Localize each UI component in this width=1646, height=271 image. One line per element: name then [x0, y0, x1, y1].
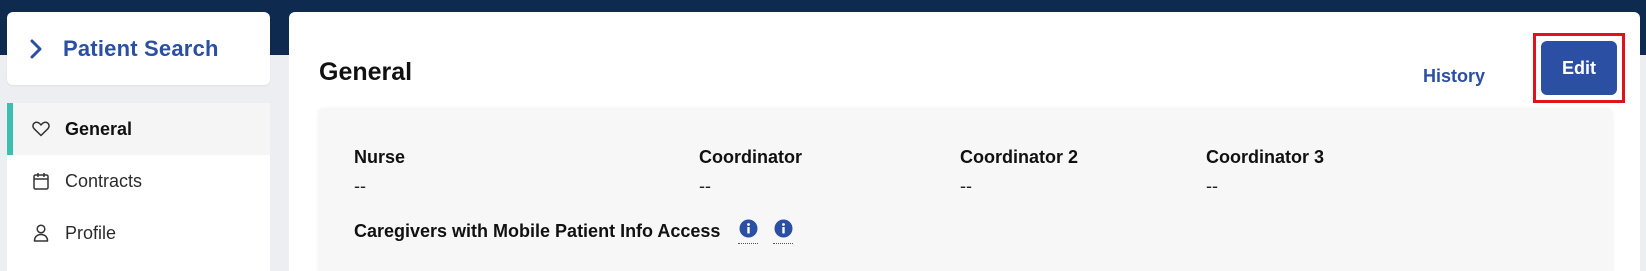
- history-link[interactable]: History: [1423, 66, 1485, 87]
- sidebar-item-label: General: [65, 118, 133, 139]
- general-info-panel: Nurse -- Coordinator -- Coordinator 2 --…: [319, 108, 1612, 271]
- edit-button[interactable]: Edit: [1541, 41, 1617, 95]
- sidebar-nav: General Contracts Profile: [7, 103, 270, 271]
- nurse-field: Nurse --: [354, 147, 405, 197]
- mobile-access-row: Caregivers with Mobile Patient Info Acce…: [354, 218, 808, 244]
- patient-search-title: Patient Search: [63, 35, 219, 61]
- field-value: --: [699, 176, 711, 196]
- main-content: General History Edit Nurse -- Coordinato…: [289, 12, 1640, 271]
- sidebar-item-general[interactable]: General: [7, 103, 270, 155]
- sidebar-item-contracts[interactable]: Contracts: [7, 155, 270, 207]
- info-icon[interactable]: [738, 218, 759, 244]
- coordinator-2-field: Coordinator 2 --: [960, 147, 1078, 197]
- field-value: --: [960, 176, 972, 196]
- info-icon[interactable]: [773, 218, 794, 244]
- page-title: General: [319, 58, 413, 86]
- sidebar-item-label: Contracts: [65, 170, 143, 191]
- chevron-right-icon: [25, 38, 47, 60]
- patient-search-toggle[interactable]: Patient Search: [7, 12, 270, 85]
- mobile-access-label: Caregivers with Mobile Patient Info Acce…: [354, 220, 721, 241]
- coordinator-field: Coordinator --: [699, 147, 802, 197]
- field-label: Nurse: [354, 147, 406, 167]
- field-label: Coordinator: [699, 147, 802, 167]
- sidebar-item-profile[interactable]: Profile: [7, 207, 270, 259]
- field-value: --: [354, 176, 366, 196]
- person-icon: [31, 223, 51, 243]
- field-label: Coordinator 3: [1206, 147, 1325, 167]
- heart-icon: [31, 119, 51, 139]
- field-value: --: [1206, 176, 1218, 196]
- field-label: Coordinator 2: [960, 147, 1079, 167]
- coordinator-3-field: Coordinator 3 --: [1206, 147, 1324, 197]
- calendar-icon: [31, 171, 51, 191]
- sidebar-item-label: Profile: [65, 222, 117, 243]
